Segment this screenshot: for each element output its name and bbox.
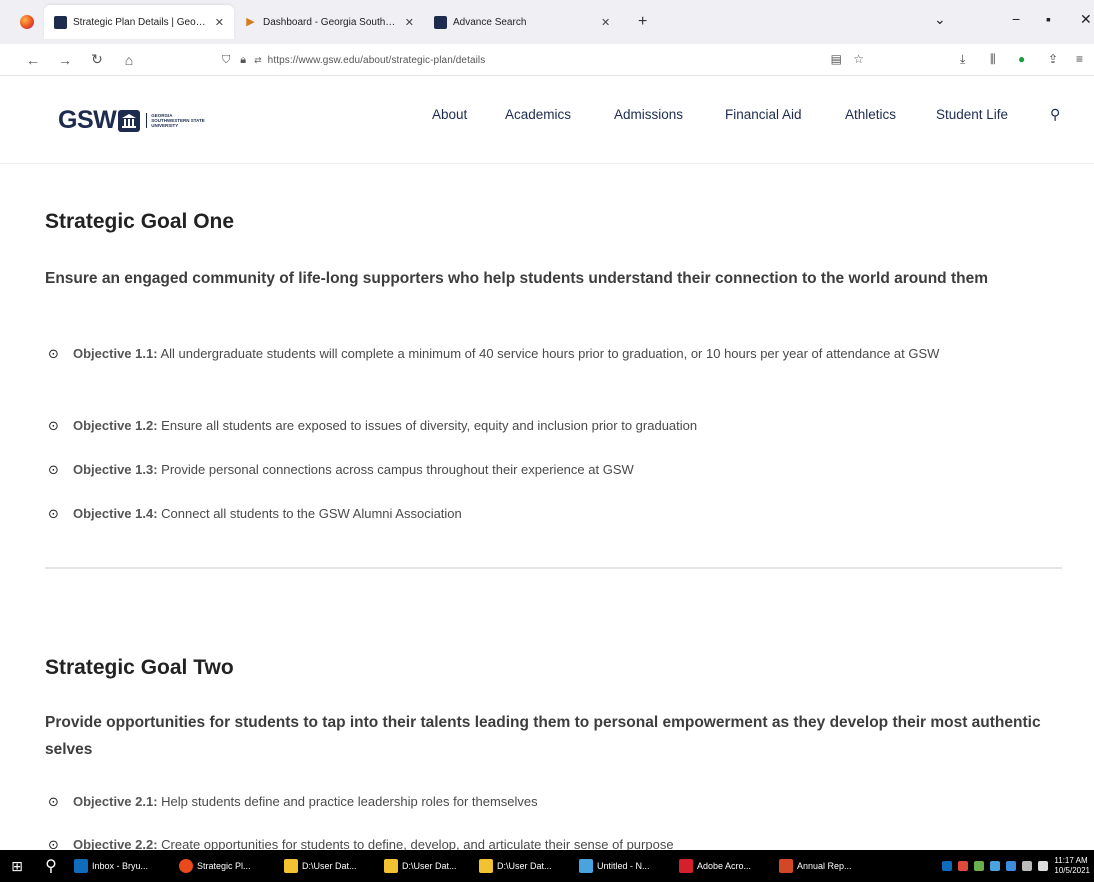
lock-icon[interactable]: 🔒︎ bbox=[240, 54, 246, 67]
objective-item: ⊙ Objective 1.4: Connect all students to… bbox=[48, 501, 1038, 527]
permissions-icon[interactable]: ⇄ bbox=[254, 55, 262, 66]
powerpoint-icon bbox=[779, 859, 793, 873]
tab-close-icon[interactable]: ✕ bbox=[215, 16, 224, 29]
search-icon[interactable]: ⚲ bbox=[1050, 106, 1060, 123]
nav-athletics[interactable]: Athletics bbox=[845, 107, 896, 122]
reader-view-icon[interactable]: ▤ bbox=[831, 52, 842, 66]
network-icon[interactable] bbox=[1022, 861, 1033, 871]
notepad-icon bbox=[579, 859, 593, 873]
bookmark-star-icon[interactable]: ☆ bbox=[853, 52, 864, 66]
circle-bullet-icon: ⊙ bbox=[48, 418, 59, 433]
nav-student-life[interactable]: Student Life bbox=[936, 107, 1008, 122]
folder-icon bbox=[284, 859, 298, 873]
windows-taskbar: ⊞ ⚲ Inbox - Bryu... Strategic Pl... D:\U… bbox=[0, 850, 1094, 882]
taskbar-item-explorer[interactable]: D:\User Dat... bbox=[278, 850, 378, 882]
tab-list-chevron-icon[interactable]: ⌄ bbox=[934, 11, 946, 28]
taskbar-item-firefox[interactable]: Strategic Pl... bbox=[173, 850, 278, 882]
taskbar-item-powerpoint[interactable]: Annual Rep... bbox=[773, 850, 873, 882]
tab-close-icon[interactable]: ✕ bbox=[405, 16, 414, 29]
goal-subtitle: Provide opportunities for students to ta… bbox=[45, 714, 1041, 758]
tray-app-icon[interactable] bbox=[942, 861, 953, 871]
reload-icon[interactable]: ↻ bbox=[86, 51, 108, 68]
tab-dashboard[interactable]: ▶ Dashboard - Georgia Southwest ✕ bbox=[234, 5, 424, 39]
taskbar-clock[interactable]: 11:17 AM 10/5/2021 bbox=[1054, 856, 1090, 876]
circle-bullet-icon: ⊙ bbox=[48, 462, 59, 477]
browser-tab-bar: Strategic Plan Details | Georgia S ✕ ▶ D… bbox=[0, 0, 1094, 44]
windows-start-icon[interactable]: ⊞ bbox=[0, 858, 34, 875]
goal-title: Strategic Goal Two bbox=[45, 656, 234, 679]
tab-advance-search[interactable]: Advance Search ✕ bbox=[424, 5, 624, 39]
home-icon[interactable]: ⌂ bbox=[118, 52, 140, 68]
volume-icon[interactable] bbox=[1038, 861, 1049, 871]
site-header: GSW GEORGIA SOUTHWESTERN STATE UNIVERSIT… bbox=[0, 76, 1094, 164]
objective-item: ⊙ Objective 1.1: All undergraduate stude… bbox=[48, 341, 1038, 367]
main-nav: About Academics Admissions Financial Aid… bbox=[0, 107, 1094, 127]
tracking-shield-icon[interactable]: ⛉ bbox=[222, 54, 230, 67]
system-tray: 11:17 AM 10/5/2021 bbox=[942, 850, 1094, 882]
browser-nav-bar: ← → ↻ ⌂ ⛉ 🔒︎ ⇄ https://www.gsw.edu/about… bbox=[0, 44, 1094, 76]
extension-icon[interactable]: ● bbox=[1018, 52, 1025, 66]
objective-item: ⊙ Objective 2.1: Help students define an… bbox=[48, 789, 1038, 815]
tab-strategic-plan[interactable]: Strategic Plan Details | Georgia S ✕ bbox=[44, 5, 234, 39]
firefox-icon bbox=[20, 15, 34, 29]
circle-bullet-icon: ⊙ bbox=[48, 346, 59, 361]
goal-subtitle: Ensure an engaged community of life-long… bbox=[45, 270, 988, 287]
restore-icon[interactable]: ▪ bbox=[1046, 11, 1051, 27]
acrobat-icon bbox=[679, 859, 693, 873]
back-arrow-icon[interactable]: ← bbox=[22, 52, 44, 68]
share-icon[interactable]: ⇪ bbox=[1048, 52, 1058, 66]
close-window-icon[interactable]: ✕ bbox=[1080, 11, 1092, 28]
section-divider bbox=[45, 567, 1062, 569]
url-text[interactable]: https://www.gsw.edu/about/strategic-plan… bbox=[268, 55, 486, 66]
taskbar-item-explorer[interactable]: D:\User Dat... bbox=[378, 850, 473, 882]
taskbar-search-icon[interactable]: ⚲ bbox=[34, 856, 68, 876]
dashboard-favicon-icon: ▶ bbox=[246, 15, 255, 28]
nav-academics[interactable]: Academics bbox=[505, 107, 571, 122]
tray-app-icon[interactable] bbox=[958, 861, 969, 871]
circle-bullet-icon: ⊙ bbox=[48, 794, 59, 809]
nav-admissions[interactable]: Admissions bbox=[614, 107, 683, 122]
address-bar[interactable]: ⛉ 🔒︎ ⇄ https://www.gsw.edu/about/strateg… bbox=[222, 48, 882, 72]
firefox-icon bbox=[179, 859, 193, 873]
objective-item: ⊙ Objective 1.2: Ensure all students are… bbox=[48, 413, 1038, 439]
objective-item: ⊙ Objective 2.2: Create opportunities fo… bbox=[48, 832, 1038, 850]
taskbar-item-notepad[interactable]: Untitled - N... bbox=[573, 850, 673, 882]
folder-icon bbox=[384, 859, 398, 873]
circle-bullet-icon: ⊙ bbox=[48, 506, 59, 521]
folder-icon bbox=[479, 859, 493, 873]
forward-arrow-icon[interactable]: → bbox=[54, 52, 76, 68]
downloads-icon[interactable]: ⤓ bbox=[960, 52, 965, 67]
onedrive-icon[interactable] bbox=[1006, 861, 1017, 871]
goal-title: Strategic Goal One bbox=[45, 210, 235, 233]
taskbar-item-acrobat[interactable]: Adobe Acro... bbox=[673, 850, 773, 882]
gsw-favicon-icon bbox=[434, 15, 447, 29]
gsw-favicon-icon bbox=[54, 15, 67, 29]
taskbar-item-explorer[interactable]: D:\User Dat... bbox=[473, 850, 573, 882]
library-icon[interactable]: ⫼ bbox=[990, 52, 996, 67]
circle-bullet-icon: ⊙ bbox=[48, 837, 59, 850]
taskbar-item-outlook[interactable]: Inbox - Bryu... bbox=[68, 850, 173, 882]
nav-financial-aid[interactable]: Financial Aid bbox=[725, 107, 802, 122]
tray-app-icon[interactable] bbox=[974, 861, 985, 871]
nav-about[interactable]: About bbox=[432, 107, 467, 122]
minimize-icon[interactable]: − bbox=[1012, 11, 1020, 27]
tab-close-icon[interactable]: ✕ bbox=[601, 16, 610, 29]
main-content: Strategic Goal One Ensure an engaged com… bbox=[0, 164, 1094, 850]
new-tab-button[interactable]: + bbox=[638, 13, 647, 31]
outlook-icon bbox=[74, 859, 88, 873]
menu-hamburger-icon[interactable]: ≡ bbox=[1076, 52, 1083, 66]
tray-app-icon[interactable] bbox=[990, 861, 1001, 871]
objective-item: ⊙ Objective 1.3: Provide personal connec… bbox=[48, 457, 1038, 483]
